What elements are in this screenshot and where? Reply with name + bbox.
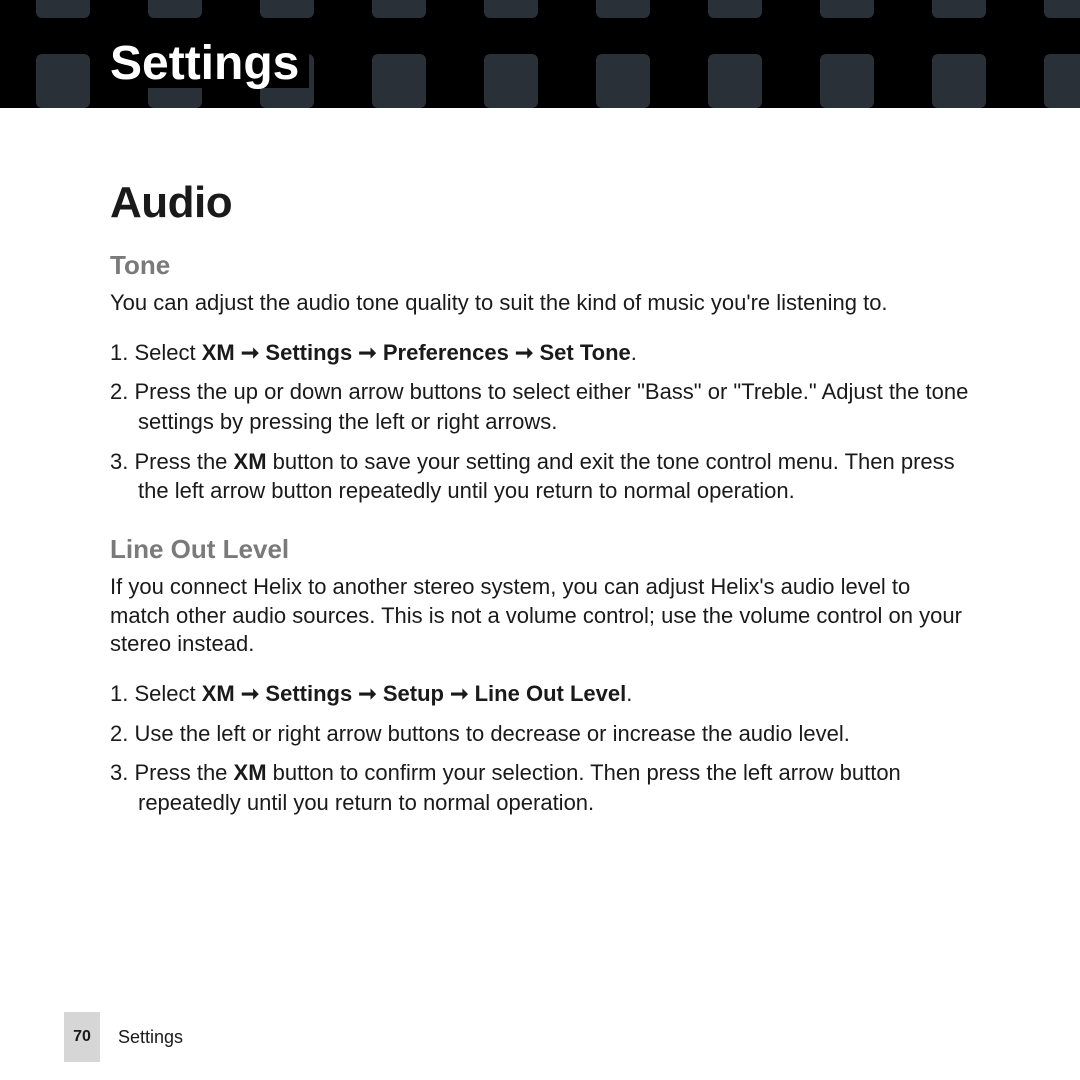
page-content: Audio Tone You can adjust the audio tone… bbox=[0, 108, 1080, 818]
lineout-step-2: Use the left or right arrow buttons to d… bbox=[110, 719, 970, 749]
lineout-step-1: Select XM ➞ Settings ➞ Setup ➞ Line Out … bbox=[110, 679, 970, 709]
lineout-step-3-prefix: Press the bbox=[134, 760, 233, 785]
lineout-steps: Select XM ➞ Settings ➞ Setup ➞ Line Out … bbox=[110, 679, 970, 818]
tone-step-1-suffix: . bbox=[631, 340, 637, 365]
lineout-step-1-prefix: Select bbox=[134, 681, 201, 706]
page-title: Settings bbox=[110, 40, 309, 88]
tone-steps: Select XM ➞ Settings ➞ Preferences ➞ Set… bbox=[110, 338, 970, 506]
tone-step-3-prefix: Press the bbox=[134, 449, 233, 474]
tone-intro: You can adjust the audio tone quality to… bbox=[110, 289, 970, 318]
lineout-intro: If you connect Helix to another stereo s… bbox=[110, 573, 970, 659]
subsection-heading-tone: Tone bbox=[110, 250, 970, 281]
lineout-step-1-suffix: . bbox=[626, 681, 632, 706]
lineout-step-3: Press the XM button to confirm your sele… bbox=[110, 758, 970, 817]
footer-section-label: Settings bbox=[118, 1027, 183, 1048]
tone-step-1-bold: XM ➞ Settings ➞ Preferences ➞ Set Tone bbox=[202, 340, 631, 365]
subsection-heading-lineout: Line Out Level bbox=[110, 534, 970, 565]
tone-step-3-bold: XM bbox=[234, 449, 267, 474]
tone-step-1: Select XM ➞ Settings ➞ Preferences ➞ Set… bbox=[110, 338, 970, 368]
header-decoration-top bbox=[0, 0, 1080, 18]
tone-step-1-prefix: Select bbox=[134, 340, 201, 365]
lineout-step-3-bold: XM bbox=[234, 760, 267, 785]
tone-step-3: Press the XM button to save your setting… bbox=[110, 447, 970, 506]
lineout-step-1-bold: XM ➞ Settings ➞ Setup ➞ Line Out Level bbox=[202, 681, 626, 706]
tone-step-2: Press the up or down arrow buttons to se… bbox=[110, 377, 970, 436]
page-number: 70 bbox=[64, 1012, 100, 1062]
page-footer: 70 Settings bbox=[64, 1012, 183, 1062]
section-heading-audio: Audio bbox=[110, 178, 970, 228]
page-header: Settings bbox=[0, 0, 1080, 108]
